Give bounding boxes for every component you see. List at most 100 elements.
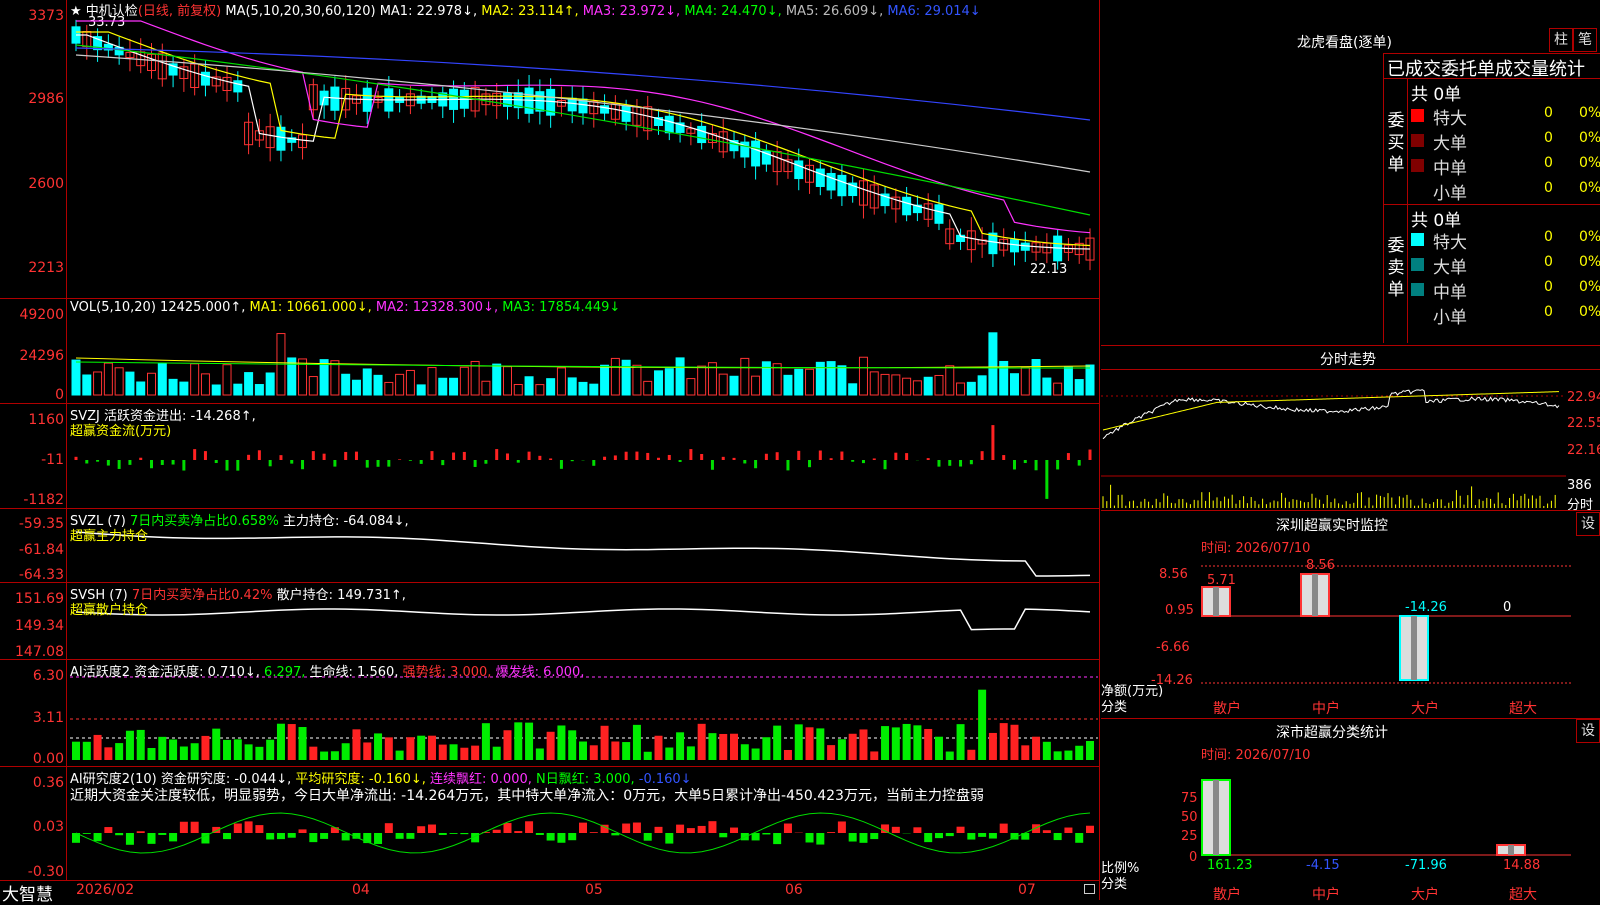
activity-bar <box>396 751 404 760</box>
research-bar <box>838 821 846 833</box>
research-bar <box>967 833 975 840</box>
fund-flow-bar <box>398 459 401 460</box>
research-bar <box>989 833 997 839</box>
sz-stats-axis: 0 <box>1189 850 1197 865</box>
ai-research-axis-label: -0.30 <box>0 864 64 880</box>
activity-bar <box>288 724 296 760</box>
activity-bar <box>417 736 425 760</box>
volume-bar <box>158 363 166 395</box>
fund-flow-bar <box>1089 450 1092 460</box>
volume-bar <box>655 371 663 395</box>
fund-flow-bar <box>96 460 99 462</box>
ai-active-v5: 爆发线: 6.000, <box>496 665 585 680</box>
volume-bar <box>881 374 889 395</box>
research-bar <box>83 833 91 834</box>
ai-active-v2: 6.297, <box>264 665 305 680</box>
sz-stats-settings-button[interactable]: 设 <box>1576 719 1600 743</box>
fund-flow-bar <box>937 460 940 467</box>
fund-flow-bar <box>1078 460 1081 466</box>
activity-bar <box>849 734 857 760</box>
vol-axis-label: 49200 <box>0 307 64 323</box>
volume-bar <box>762 362 770 395</box>
activity-bar <box>892 727 900 760</box>
fund-flow-bar <box>991 425 994 460</box>
volume-bar <box>957 383 965 395</box>
fund-flow-bar <box>538 456 541 460</box>
fund-flow-bar <box>765 454 768 460</box>
category-label: 超大 <box>1509 884 1537 904</box>
activity-bar <box>601 726 609 760</box>
fund-flow-bar <box>528 452 531 460</box>
activity-bar <box>385 737 393 760</box>
fund-flow-bar <box>333 460 336 467</box>
svzj-axis-label: 1160 <box>0 412 64 428</box>
volume-bar <box>342 374 350 395</box>
research-bar <box>622 824 630 833</box>
research-bar <box>104 827 112 833</box>
activity-bar <box>957 724 965 760</box>
bar-value-label: 8.56 <box>1306 558 1335 573</box>
fund-flow-bar <box>420 460 423 464</box>
activity-bar <box>611 741 619 760</box>
volume-bar <box>719 374 727 395</box>
fund-flow-bar <box>851 460 854 462</box>
mid-net-bar-shade <box>1312 574 1318 616</box>
activity-bar <box>579 742 587 760</box>
bar-value-label: 5.71 <box>1207 573 1236 588</box>
volume-bar <box>396 374 404 395</box>
kline-chart-area[interactable]: ★ 中机认检(日线, 前复权) MA(5,10,20,30,60,120) MA… <box>0 0 1100 900</box>
activity-bar <box>72 742 80 760</box>
research-bar <box>396 833 404 839</box>
volume-bar <box>201 374 209 395</box>
right-panel: 龙虎看盘(逐单) 柱 笔 已成交委托单成交量统计 委买单 委卖单 共 0单 特大… <box>1101 0 1600 900</box>
activity-bar <box>752 749 760 760</box>
activity-bar <box>104 747 112 760</box>
fund-flow-bar <box>700 454 703 460</box>
sz-monitor-settings-button[interactable]: 设 <box>1576 512 1600 536</box>
volume-bar <box>838 366 846 395</box>
volume-bar <box>547 379 555 395</box>
activity-bar <box>903 724 911 760</box>
volume-bar <box>180 382 188 395</box>
research-bar <box>784 824 792 833</box>
svzl-axis-label: -59.35 <box>0 516 64 532</box>
activity-bar <box>859 729 867 760</box>
activity-bar <box>525 723 533 760</box>
volume-bar <box>288 358 296 395</box>
volume-bar <box>374 375 382 395</box>
kline-svg[interactable] <box>0 0 1100 900</box>
fund-flow-bar <box>204 451 207 460</box>
activity-bar <box>180 747 188 760</box>
research-bar <box>708 821 716 833</box>
category-label: 中户 <box>1312 698 1340 718</box>
fund-flow-bar <box>193 449 196 460</box>
activity-bar <box>827 745 835 760</box>
activity-bar <box>191 743 199 760</box>
research-bar <box>762 833 770 834</box>
candle <box>827 173 835 189</box>
volume-bar <box>741 358 749 395</box>
research-bar <box>115 833 123 835</box>
main-force-line <box>76 532 1090 576</box>
sz-monitor-axis: -6.66 <box>1156 640 1190 655</box>
lock-icon[interactable] <box>1084 884 1095 894</box>
fund-flow-bar <box>484 460 487 464</box>
research-bar <box>870 833 878 839</box>
bar-value-label: 161.23 <box>1207 858 1253 873</box>
time-axis-label: 07 <box>1018 882 1036 898</box>
divider <box>1101 718 1600 719</box>
fund-flow-bar <box>323 454 326 460</box>
volume-bar <box>126 372 134 395</box>
activity-bar <box>676 732 684 760</box>
category-label: 散户 <box>1213 698 1241 718</box>
research-bar <box>730 828 738 833</box>
intraday-chart[interactable] <box>1101 0 1600 900</box>
candle <box>698 126 706 142</box>
fund-flow-bar <box>290 460 293 464</box>
volume-bar <box>806 369 814 395</box>
activity-bar <box>547 732 555 760</box>
svsh-sub: 超赢散户持仓 <box>70 599 148 618</box>
vol-label: VOL(5,10,20) <box>70 300 156 315</box>
research-bar <box>320 833 328 839</box>
svzj-axis-label: -1182 <box>0 492 64 508</box>
